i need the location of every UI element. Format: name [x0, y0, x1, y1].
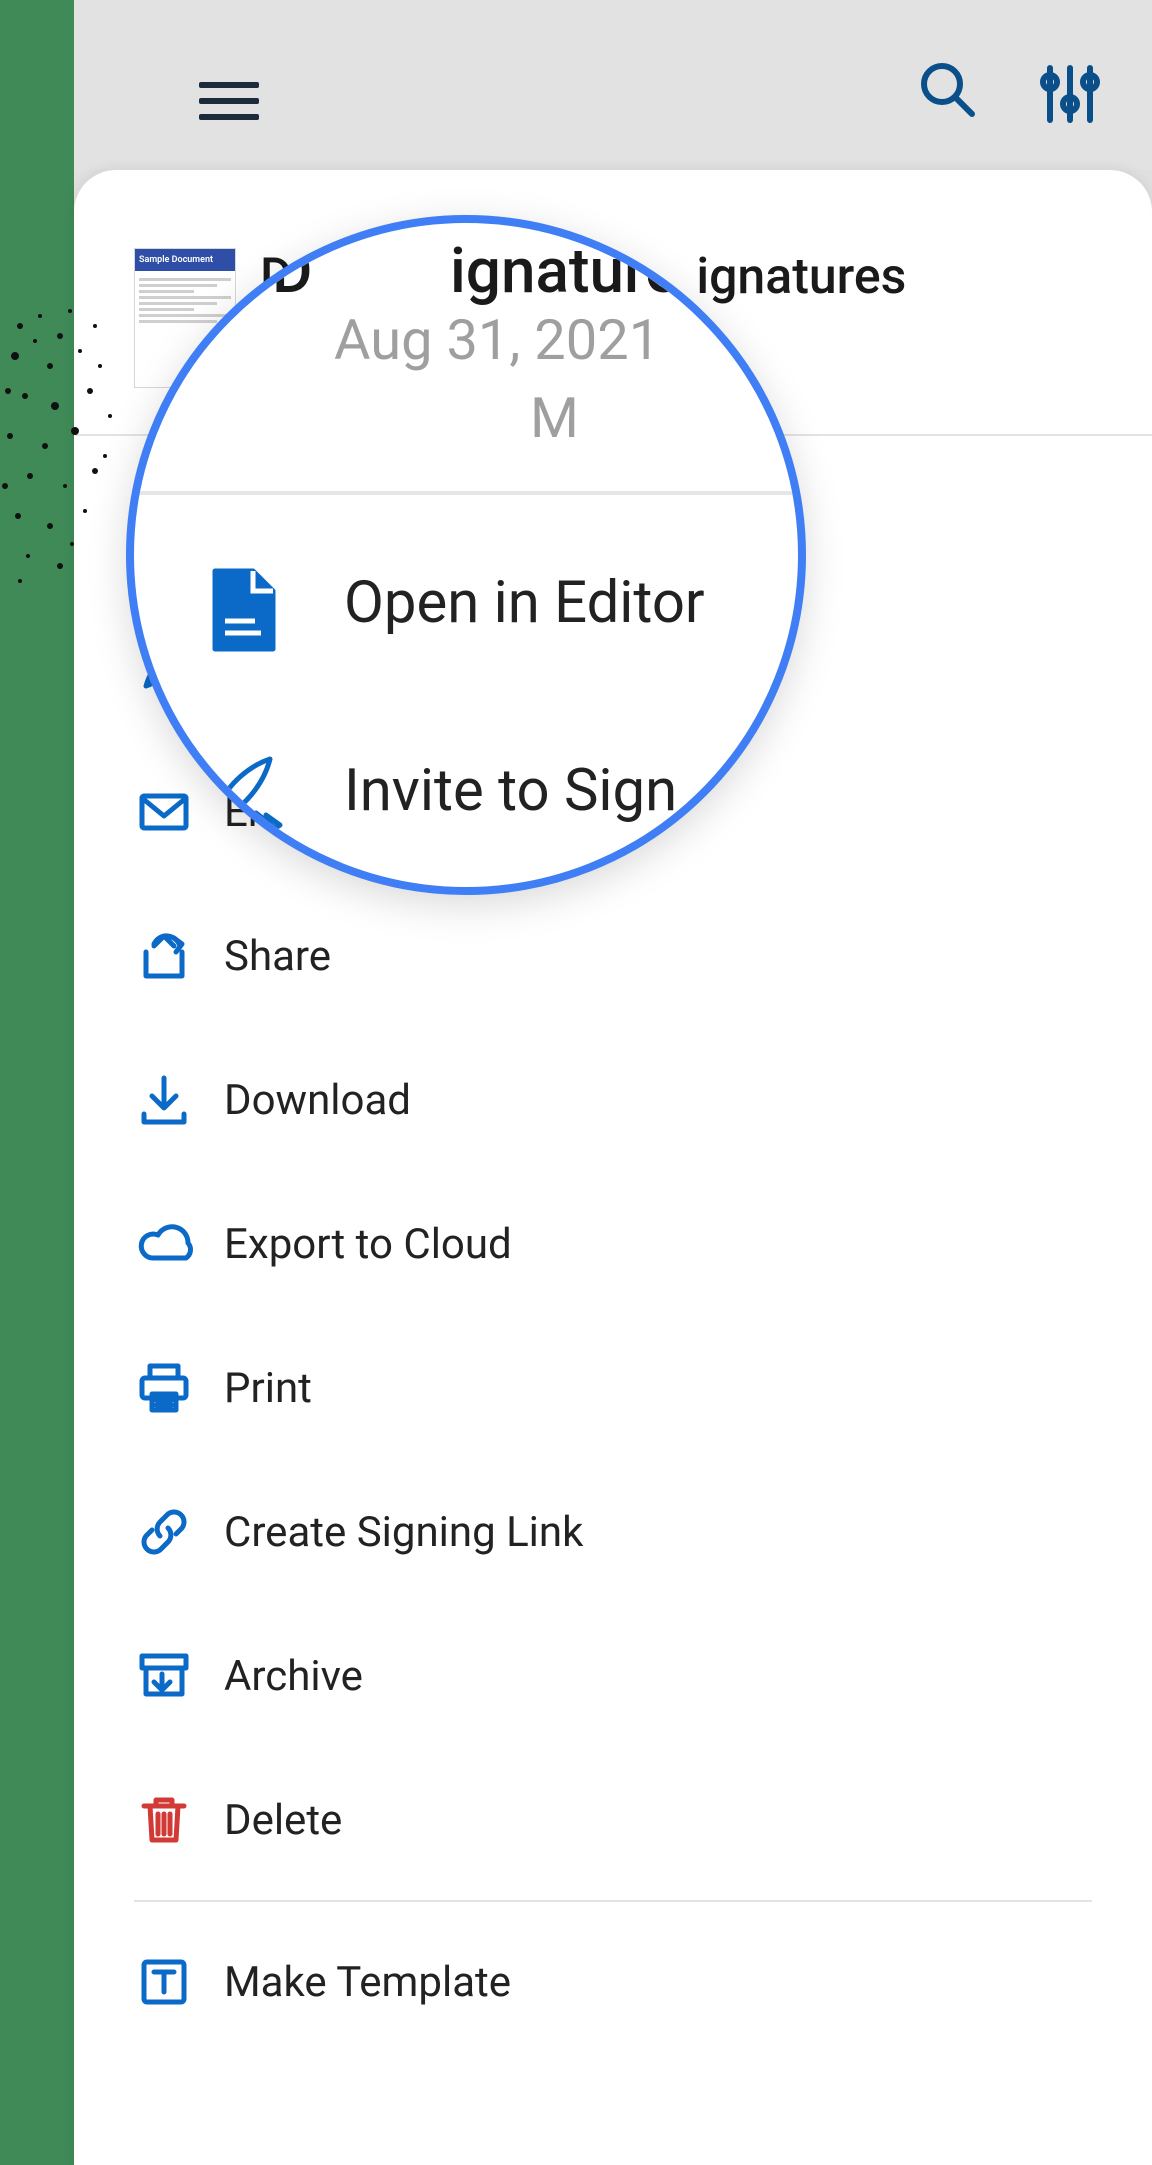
menu-download[interactable]: Download — [74, 1028, 1152, 1172]
mag-date-line2: M — [530, 385, 579, 451]
cloud-icon — [134, 1214, 224, 1274]
menu-make-template[interactable]: Make Template — [74, 1910, 1152, 2054]
mag-open-label: Open in Editor — [344, 569, 705, 637]
document-icon — [207, 567, 281, 657]
menu-label: Print — [224, 1364, 312, 1413]
top-bar — [74, 0, 1152, 170]
filter-sliders-icon[interactable] — [1034, 58, 1106, 134]
menu-create-signing-link[interactable]: Create Signing Link — [74, 1460, 1152, 1604]
menu-label: Download — [224, 1076, 411, 1125]
mag-title-frag-left: D — [272, 235, 312, 308]
hamburger-icon[interactable] — [199, 72, 259, 130]
share-icon — [134, 926, 224, 986]
menu-archive[interactable]: Archive — [74, 1604, 1152, 1748]
menu-share[interactable]: Share — [74, 884, 1152, 1028]
menu-label: Export to Cloud — [224, 1220, 512, 1269]
trash-icon — [134, 1790, 224, 1850]
mag-invite-label: Invite to Sign — [344, 757, 677, 825]
menu-print[interactable]: Print — [74, 1316, 1152, 1460]
download-icon — [134, 1070, 224, 1130]
menu-export-cloud[interactable]: Export to Cloud — [74, 1172, 1152, 1316]
menu-label: Share — [224, 932, 331, 981]
menu-divider — [134, 1900, 1092, 1902]
menu-label: Archive — [224, 1652, 363, 1701]
menu-label: Delete — [224, 1796, 342, 1845]
app-background: Sample Document D XXXXXXXXXXXX ignatures… — [0, 0, 1152, 2165]
magnifier-callout: D ignatures Aug 31, 2021 M Open in Edito… — [126, 215, 806, 895]
search-icon[interactable] — [916, 58, 980, 126]
menu-label: Make Template — [224, 1958, 511, 2007]
archive-icon — [134, 1646, 224, 1706]
menu-delete[interactable]: Delete — [74, 1748, 1152, 1892]
print-icon — [134, 1358, 224, 1418]
mag-date-line1: Aug 31, 2021 — [334, 307, 660, 373]
mag-title-frag-right: ignatures — [450, 235, 710, 308]
left-accent-bar — [0, 0, 74, 2165]
menu-label: Create Signing Link — [224, 1508, 583, 1557]
feather-icon — [198, 753, 288, 847]
link-icon — [134, 1502, 224, 1562]
template-icon — [134, 1952, 224, 2012]
